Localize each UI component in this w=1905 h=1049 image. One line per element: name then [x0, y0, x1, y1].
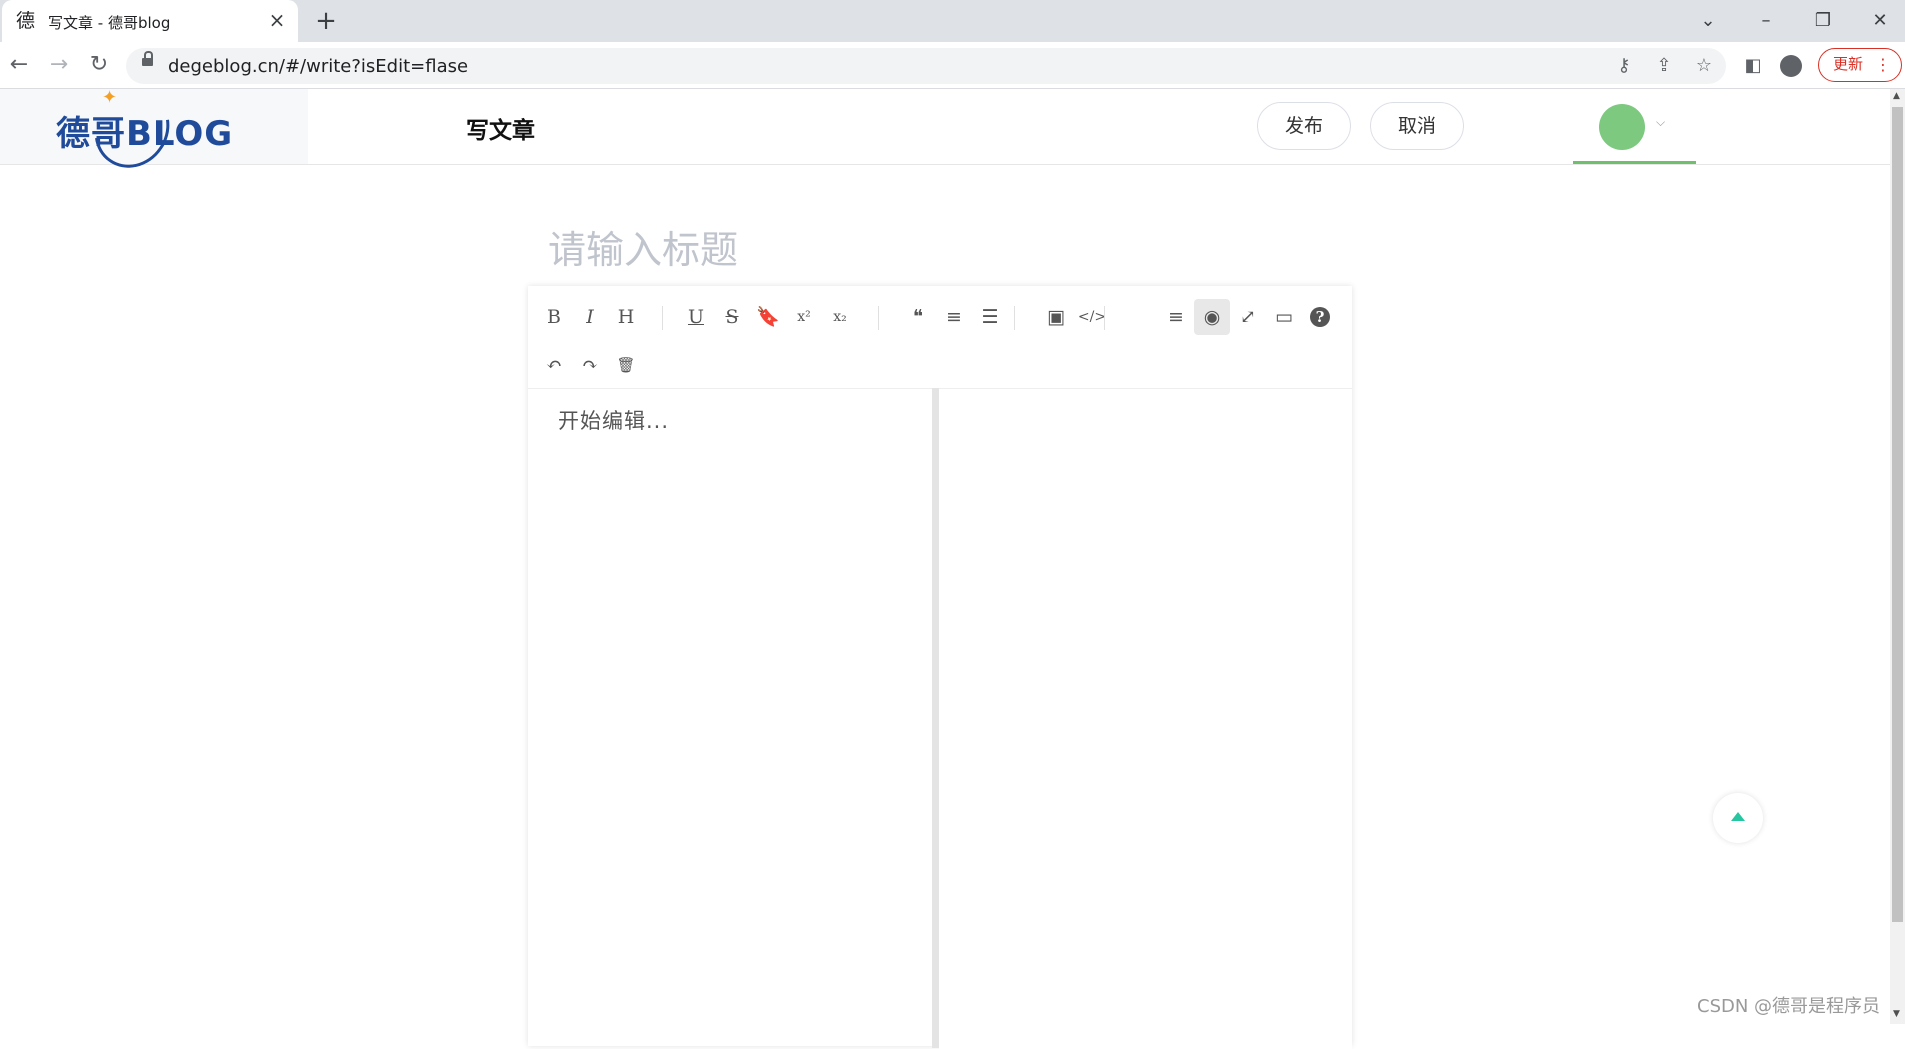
trash-icon[interactable]: 🗑 — [608, 347, 644, 383]
edit-pane — [528, 388, 932, 1049]
reload-icon[interactable]: ↻ — [84, 51, 114, 81]
header-icon[interactable]: H — [608, 299, 644, 335]
page-scrollbar[interactable]: ▲ ▼ — [1890, 89, 1905, 1024]
browser-tabstrip: 德 写文章 - 德哥blog × + ⌄ – ❐ ✕ — [0, 0, 1905, 42]
browser-tab[interactable]: 德 写文章 - 德哥blog × — [2, 0, 298, 42]
arrow-up-icon — [1731, 812, 1745, 821]
bookmark-star-icon[interactable]: ☆ — [1691, 54, 1717, 80]
watermark: CSDN @德哥是程序员 — [1697, 996, 1881, 1017]
redo-icon[interactable]: ↷ — [572, 347, 608, 383]
back-icon[interactable]: ← — [4, 51, 34, 81]
site-favicon-icon: 德 — [16, 10, 36, 32]
toolbar-divider — [662, 306, 663, 330]
toolbar-divider — [1104, 306, 1105, 330]
scroll-thumb[interactable] — [1892, 107, 1903, 922]
update-label: 更新 — [1833, 55, 1864, 73]
superscript-icon[interactable]: x² — [786, 299, 822, 335]
toolbar-divider — [878, 306, 879, 330]
unordered-list-icon[interactable]: ☰ — [972, 299, 1008, 335]
underline-icon[interactable]: U — [678, 299, 714, 335]
chevron-down-icon[interactable]: ⌵ — [1656, 115, 1665, 130]
scroll-down-icon[interactable]: ▼ — [1893, 1009, 1900, 1019]
tab-search-icon[interactable]: ⌄ — [1680, 4, 1736, 38]
bold-icon[interactable]: B — [536, 299, 572, 335]
side-panel-icon[interactable]: ◧ — [1738, 51, 1768, 81]
markdown-editor: B I H U S 🔖 x² x₂ ❝ ≡ ☰ ▣ </> ≡ ◉ ⤢ ▭? ↶ ↷ 🗑 — [528, 286, 1352, 1049]
ordered-list-icon[interactable]: ≡ — [936, 299, 972, 335]
editor-toolbar-row-1: B I H U S 🔖 x² x₂ ❝ ≡ ☰ ▣ </> ≡ ◉ ⤢ ▭? — [528, 294, 1352, 340]
read-mode-icon[interactable]: ▭ — [1266, 299, 1302, 335]
tab-title: 写文章 - 德哥blog — [48, 14, 171, 32]
pane-divider[interactable] — [932, 388, 939, 1048]
mark-icon[interactable]: 🔖 — [750, 299, 786, 335]
editor-toolbar-row-2: ↶ ↷ 🗑 — [528, 342, 1352, 388]
page-title: 写文章 — [466, 118, 535, 144]
content-editor[interactable] — [558, 405, 918, 1005]
site-logo[interactable]: ✦ 德哥BLOG — [0, 75, 308, 183]
scroll-up-icon[interactable]: ▲ — [1893, 91, 1900, 101]
image-icon[interactable]: ▣ — [1038, 299, 1074, 335]
lock-icon — [142, 51, 153, 66]
update-button[interactable]: 更新 ⋮ — [1818, 48, 1902, 82]
preview-pane — [939, 388, 1352, 1049]
close-tab-icon[interactable]: × — [266, 9, 288, 31]
avatar[interactable] — [1599, 104, 1645, 150]
browser-toolbar: ← → ↻ degeblog.cn/#/write?isEdit=flase ⚷… — [0, 42, 1905, 89]
menu-dots-icon: ⋮ — [1875, 55, 1891, 74]
logo-text: 德哥BLOG — [56, 114, 234, 154]
minimize-icon[interactable]: – — [1738, 4, 1794, 38]
preview-toggle-icon[interactable]: ◉ — [1194, 299, 1230, 335]
avatar-active-indicator — [1573, 161, 1696, 164]
site-header: ✦ 德哥BLOG 写文章 发布 取消 ⌵ — [0, 75, 1890, 183]
help-icon[interactable]: ? — [1310, 307, 1330, 327]
window-close-icon[interactable]: ✕ — [1852, 4, 1905, 38]
url-text: degeblog.cn/#/write?isEdit=flase — [168, 56, 469, 77]
quote-icon[interactable]: ❝ — [900, 299, 936, 335]
cancel-button[interactable]: 取消 — [1370, 102, 1464, 150]
back-to-top-button[interactable] — [1713, 793, 1763, 843]
strikethrough-icon[interactable]: S — [714, 299, 750, 335]
undo-icon[interactable]: ↶ — [536, 347, 572, 383]
key-icon[interactable]: ⚷ — [1611, 54, 1637, 80]
fullscreen-icon[interactable]: ⤢ — [1230, 299, 1266, 335]
title-input[interactable] — [548, 222, 1348, 278]
subscript-icon[interactable]: x₂ — [822, 299, 858, 335]
logo-star-icon: ✦ — [102, 87, 118, 108]
address-bar[interactable]: degeblog.cn/#/write?isEdit=flase ⚷ ⇪ ☆ — [126, 48, 1726, 84]
profile-icon[interactable] — [1780, 55, 1802, 77]
share-icon[interactable]: ⇪ — [1651, 54, 1677, 80]
publish-button[interactable]: 发布 — [1257, 102, 1351, 150]
new-tab-icon[interactable]: + — [312, 8, 340, 36]
restore-icon[interactable]: ❐ — [1795, 4, 1851, 38]
italic-icon[interactable]: I — [572, 299, 608, 335]
forward-icon[interactable]: → — [44, 51, 74, 81]
navigation-icon[interactable]: ≡ — [1158, 299, 1194, 335]
toolbar-divider — [1014, 306, 1015, 330]
